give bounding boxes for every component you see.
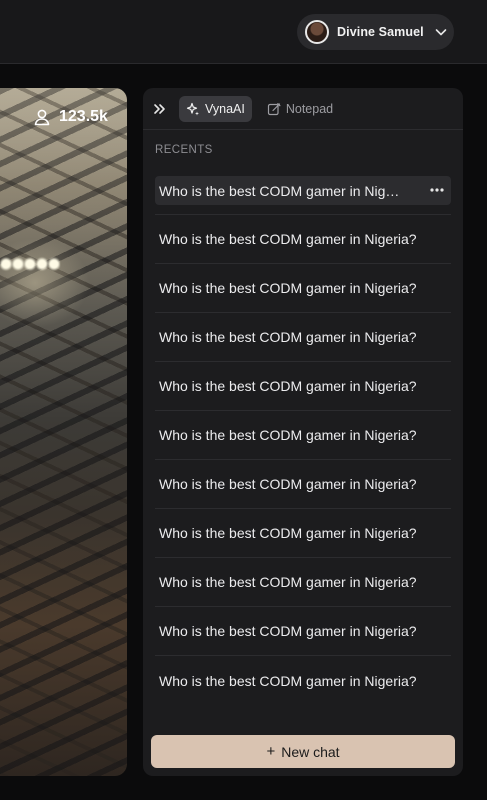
- tab-notepad-label: Notepad: [285, 101, 334, 116]
- recent-chat-title: Who is the best CODM gamer in Nigeria?: [159, 525, 417, 541]
- recent-chat-title: Who is the best CODM gamer in Nigeria?: [159, 476, 417, 492]
- top-bar: Divine Samuel: [0, 0, 487, 64]
- recent-chat-item[interactable]: Who is the best CODM gamer in Nigeria?: [155, 656, 451, 705]
- recent-chat-title: Who is the best CODM gamer in Nigeria?: [159, 182, 407, 199]
- recent-chat-title: Who is the best CODM gamer in Nigeria?: [159, 623, 417, 639]
- assistant-panel: VynaAI Notepad RECENTS Who is the best C…: [143, 88, 463, 776]
- recent-chat-item[interactable]: Who is the best CODM gamer in Nigeria?: [155, 362, 451, 411]
- stadium-glow: [0, 238, 90, 328]
- recent-chat-title: Who is the best CODM gamer in Nigeria?: [159, 672, 417, 689]
- recent-chat-title: Who is the best CODM gamer in Nigeria?: [159, 231, 417, 247]
- sparkle-icon: [186, 102, 199, 115]
- recent-chat-item[interactable]: Who is the best CODM gamer in Nigeria?: [155, 313, 451, 362]
- avatar: [305, 20, 329, 44]
- user-icon: [34, 109, 50, 126]
- new-chat-label: New chat: [281, 743, 340, 760]
- stream-preview-image[interactable]: 123.5k: [0, 88, 127, 776]
- recent-chat-title: Who is the best CODM gamer in Nigeria?: [159, 427, 417, 443]
- recent-chat-item[interactable]: Who is the best CODM gamer in Nigeria?: [155, 176, 451, 215]
- follower-count: 123.5k: [33, 108, 108, 126]
- more-options-icon[interactable]: [429, 183, 445, 197]
- recent-chat-title: Who is the best CODM gamer in Nigeria?: [159, 280, 417, 296]
- tab-vynaai-label: VynaAI: [205, 101, 245, 116]
- chevron-down-icon: [435, 29, 447, 36]
- collapse-panel-icon[interactable]: [153, 102, 167, 116]
- recent-chat-item[interactable]: Who is the best CODM gamer in Nigeria?: [155, 215, 451, 264]
- user-menu-button[interactable]: Divine Samuel: [297, 14, 454, 50]
- recent-chat-title: Who is the best CODM gamer in Nigeria?: [159, 329, 417, 345]
- tab-vynaai[interactable]: VynaAI: [179, 95, 252, 122]
- recent-chat-item[interactable]: Who is the best CODM gamer in Nigeria?: [155, 509, 451, 558]
- follower-count-value: 123.5k: [59, 108, 108, 125]
- recent-chat-title: Who is the best CODM gamer in Nigeria?: [159, 378, 417, 394]
- plus-icon: +: [266, 743, 276, 760]
- recent-chat-title: Who is the best CODM gamer in Nigeria?: [159, 574, 417, 590]
- notepad-icon: [267, 102, 281, 115]
- recent-chat-item[interactable]: Who is the best CODM gamer in Nigeria?: [155, 558, 451, 607]
- new-chat-button[interactable]: + New chat: [151, 735, 455, 768]
- recents-list: Who is the best CODM gamer in Nigeria? W…: [155, 176, 451, 705]
- recent-chat-item[interactable]: Who is the best CODM gamer in Nigeria?: [155, 411, 451, 460]
- recent-chat-item[interactable]: Who is the best CODM gamer in Nigeria?: [155, 460, 451, 509]
- stadium-lights: [0, 256, 60, 272]
- panel-header: VynaAI Notepad: [143, 88, 463, 130]
- tab-notepad[interactable]: Notepad: [260, 96, 340, 122]
- recent-chat-item[interactable]: Who is the best CODM gamer in Nigeria?: [155, 264, 451, 313]
- recent-chat-item[interactable]: Who is the best CODM gamer in Nigeria?: [155, 607, 451, 656]
- recents-heading: RECENTS: [155, 144, 213, 156]
- user-name: Divine Samuel: [337, 25, 424, 39]
